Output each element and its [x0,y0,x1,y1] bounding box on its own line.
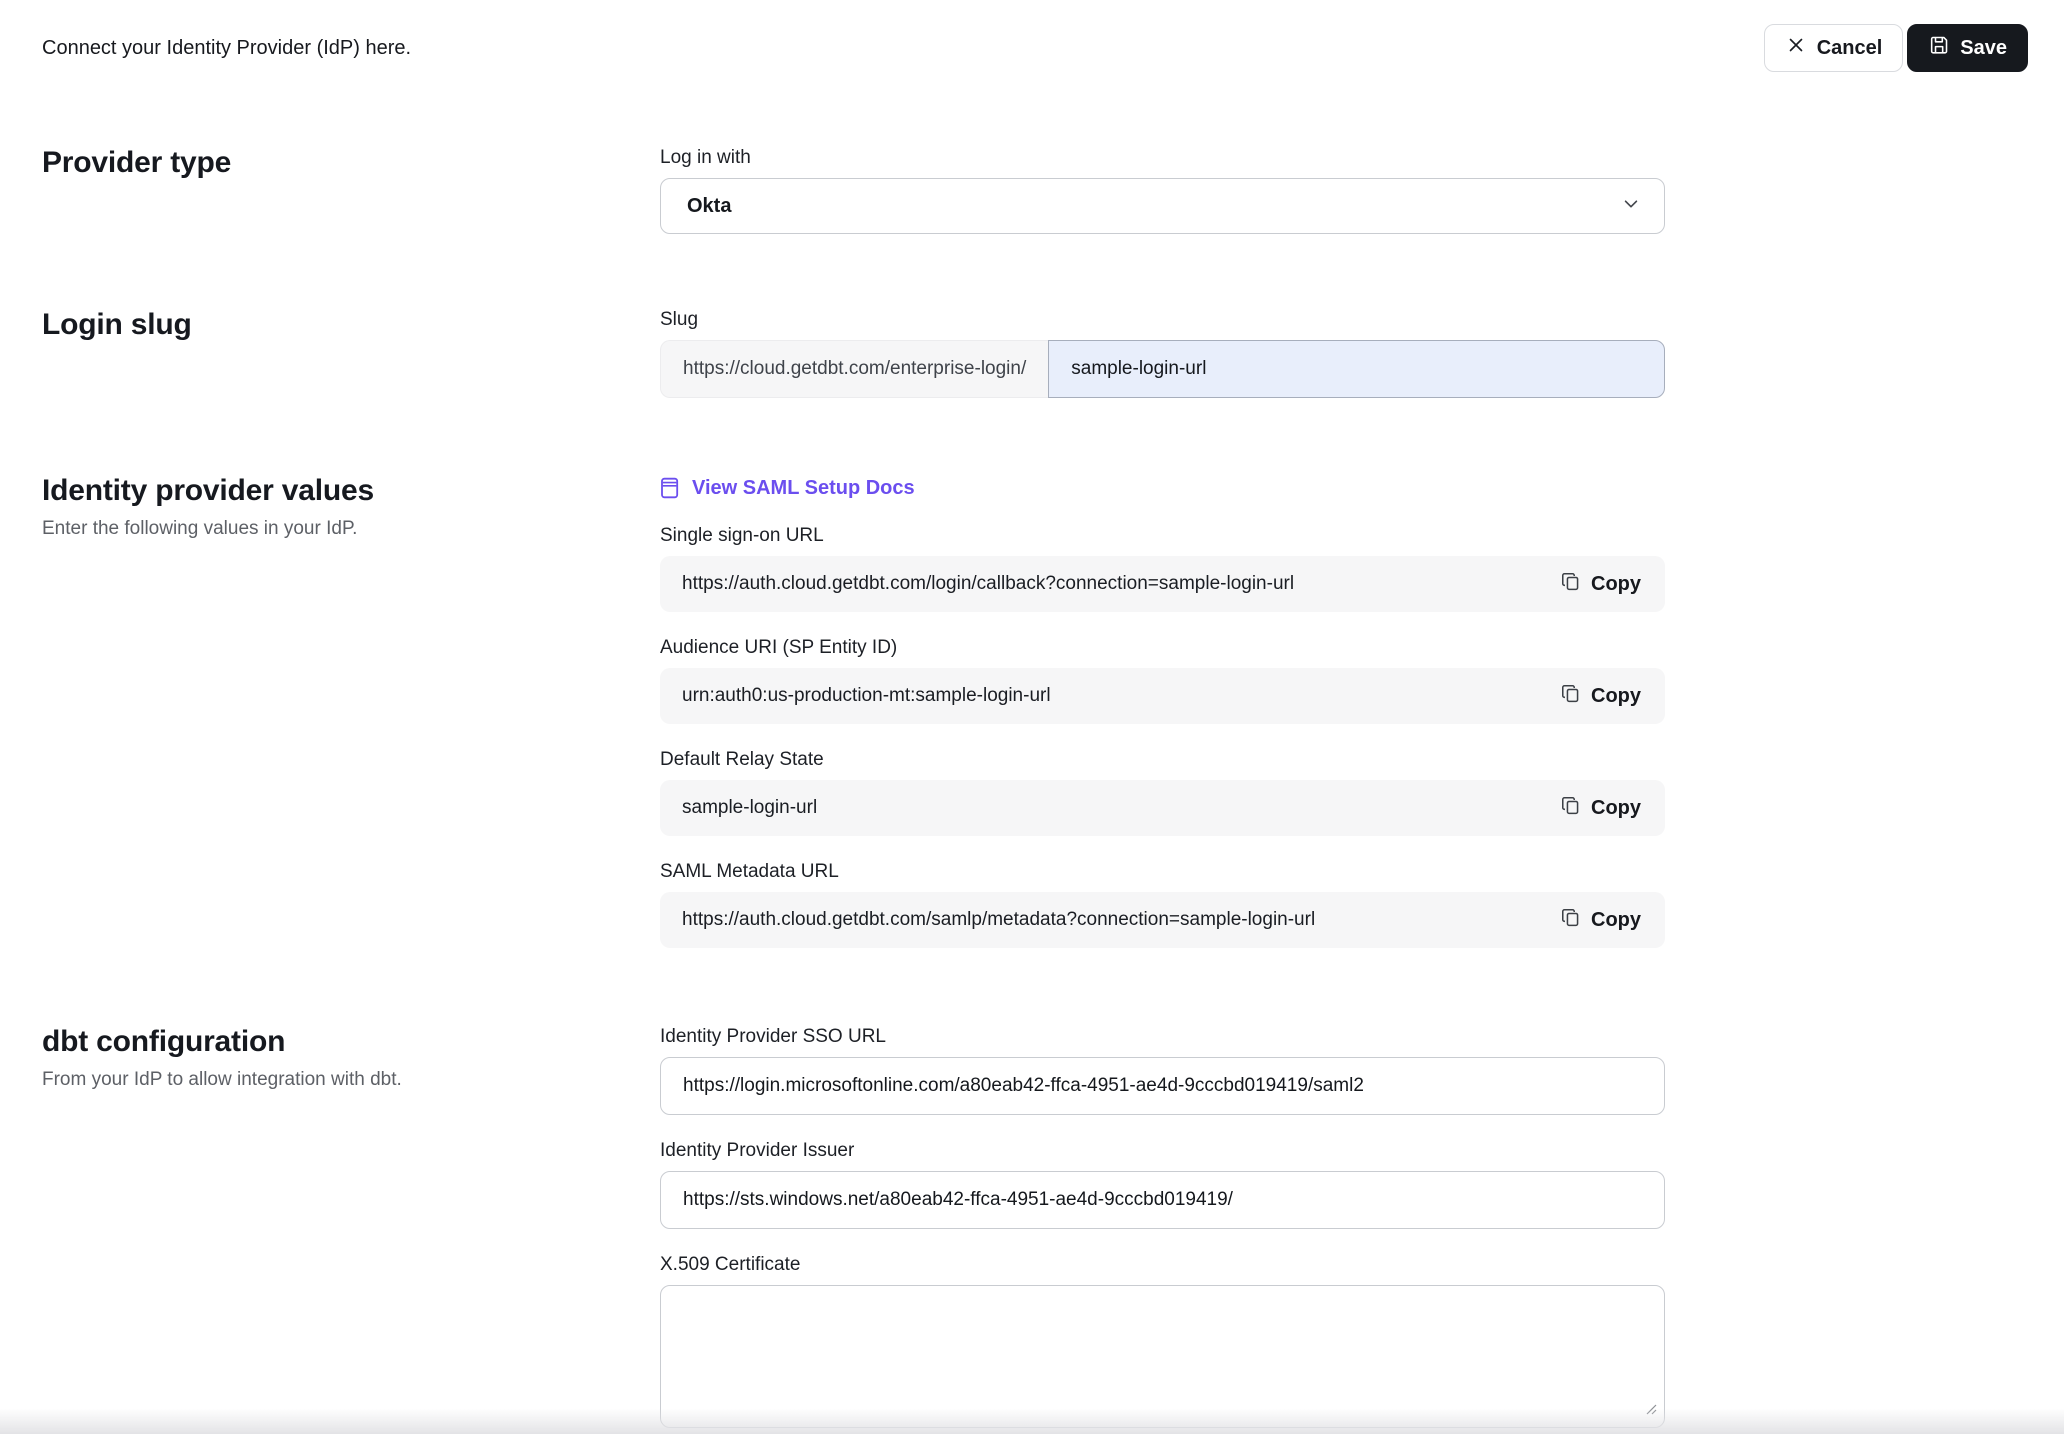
section-heading: Identity provider values [42,474,660,508]
copy-button[interactable]: Copy [1560,907,1641,934]
section-subtitle: From your IdP to allow integration with … [42,1069,660,1091]
page-title: Connect your Identity Provider (IdP) her… [42,37,411,60]
section-login-slug-form: Slug https://cloud.getdbt.com/enterprise… [660,308,1665,398]
copy-button[interactable]: Copy [1560,571,1641,598]
copy-button-label: Copy [1591,797,1641,820]
copy-button[interactable]: Copy [1560,683,1641,710]
provider-select-value: Okta [687,195,731,218]
slug-field: https://cloud.getdbt.com/enterprise-logi… [660,340,1665,398]
certificate-label: X.509 Certificate [660,1253,1665,1277]
sso-url-label: Single sign-on URL [660,524,1665,548]
cancel-button-label: Cancel [1817,37,1883,60]
section-provider-type-info: Provider type [42,146,660,234]
idp-sso-url-label: Identity Provider SSO URL [660,1025,1665,1049]
audience-uri-field: urn:auth0:us-production-mt:sample-login-… [660,668,1665,724]
provider-select[interactable]: Okta [660,178,1665,234]
section-heading: Provider type [42,146,660,180]
slug-input[interactable] [1048,340,1665,398]
audience-uri-value: urn:auth0:us-production-mt:sample-login-… [682,685,1051,707]
idp-issuer-group: Identity Provider Issuer [660,1139,1665,1229]
section-login-slug: Login slug Slug https://cloud.getdbt.com… [0,308,2064,398]
metadata-url-field: https://auth.cloud.getdbt.com/samlp/meta… [660,892,1665,948]
relay-state-label: Default Relay State [660,748,1665,772]
section-dbt-configuration-info: dbt configuration From your IdP to allow… [42,1025,660,1434]
copy-icon [1560,571,1581,598]
audience-uri-group: Audience URI (SP Entity ID) urn:auth0:us… [660,636,1665,724]
sso-url-group: Single sign-on URL https://auth.cloud.ge… [660,524,1665,612]
section-login-slug-info: Login slug [42,308,660,398]
idp-issuer-input[interactable] [660,1171,1665,1229]
save-button-label: Save [1960,37,2007,60]
chevron-down-icon [1622,195,1640,218]
section-idp-values: Identity provider values Enter the follo… [0,474,2064,948]
section-provider-type-form: Log in with Okta [660,146,1665,234]
relay-state-field: sample-login-url Copy [660,780,1665,836]
view-saml-docs-link[interactable]: View SAML Setup Docs [660,474,915,502]
save-button[interactable]: Save [1907,24,2028,72]
slug-label: Slug [660,308,1665,332]
copy-icon [1560,683,1581,710]
floppy-disk-icon [1928,34,1950,62]
resize-handle-icon[interactable] [1644,1402,1658,1421]
section-heading: dbt configuration [42,1025,660,1059]
topbar: Connect your Identity Provider (IdP) her… [0,0,2064,72]
section-idp-values-info: Identity provider values Enter the follo… [42,474,660,948]
copy-button-label: Copy [1591,909,1641,932]
section-idp-values-form: View SAML Setup Docs Single sign-on URL … [660,474,1665,948]
audience-uri-label: Audience URI (SP Entity ID) [660,636,1665,660]
idp-sso-url-input[interactable] [660,1057,1665,1115]
section-dbt-configuration-form: Identity Provider SSO URL Identity Provi… [660,1025,1665,1434]
metadata-url-value: https://auth.cloud.getdbt.com/samlp/meta… [682,909,1315,931]
copy-icon [1560,907,1581,934]
relay-state-value: sample-login-url [682,797,817,819]
relay-state-group: Default Relay State sample-login-url Cop… [660,748,1665,836]
login-with-label: Log in with [660,146,1665,170]
section-subtitle: Enter the following values in your IdP. [42,518,660,540]
metadata-url-group: SAML Metadata URL https://auth.cloud.get… [660,860,1665,948]
document-icon [660,477,680,499]
copy-button-label: Copy [1591,685,1641,708]
idp-issuer-label: Identity Provider Issuer [660,1139,1665,1163]
section-provider-type: Provider type Log in with Okta [0,146,2064,234]
close-icon [1785,34,1807,62]
cancel-button[interactable]: Cancel [1764,24,1904,72]
topbar-actions: Cancel Save [1764,24,2028,72]
sso-url-value: https://auth.cloud.getdbt.com/login/call… [682,573,1294,595]
idp-sso-url-group: Identity Provider SSO URL [660,1025,1665,1115]
section-heading: Login slug [42,308,660,342]
copy-icon [1560,795,1581,822]
copy-button[interactable]: Copy [1560,795,1641,822]
section-dbt-configuration: dbt configuration From your IdP to allow… [0,1025,2064,1434]
metadata-url-label: SAML Metadata URL [660,860,1665,884]
copy-button-label: Copy [1591,573,1641,596]
certificate-group: X.509 Certificate [660,1253,1665,1428]
view-saml-docs-label: View SAML Setup Docs [692,477,915,500]
sso-url-field: https://auth.cloud.getdbt.com/login/call… [660,556,1665,612]
slug-url-prefix: https://cloud.getdbt.com/enterprise-logi… [660,340,1048,398]
certificate-textarea[interactable] [660,1285,1665,1428]
